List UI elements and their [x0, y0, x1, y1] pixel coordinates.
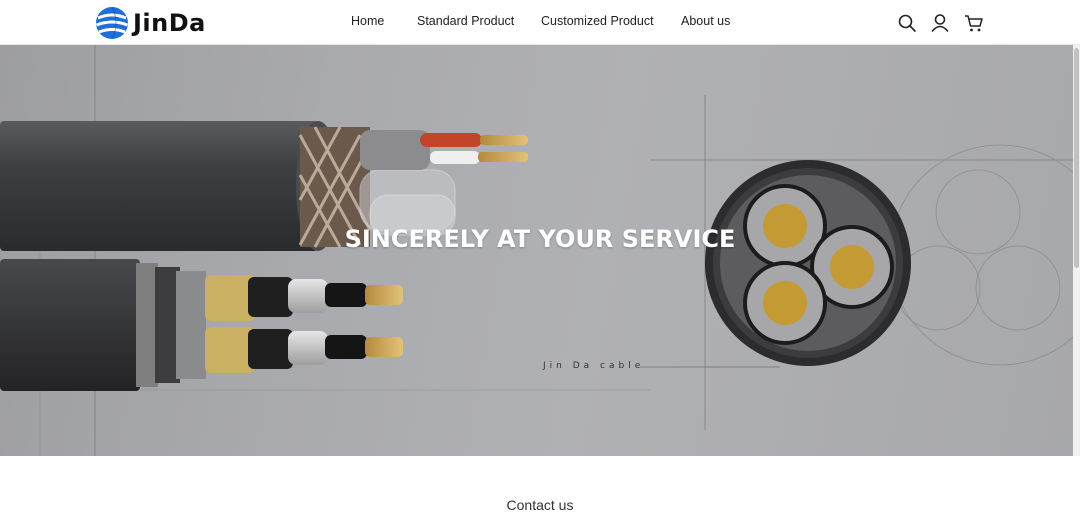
nav-standard-product[interactable]: Standard Product — [417, 14, 514, 28]
scrollbar-thumb[interactable] — [1074, 48, 1079, 268]
nav-customized-product[interactable]: Customized Product — [541, 14, 654, 28]
hero-caption: Jin Da cable — [543, 361, 645, 371]
hero-banner: SINCERELY AT YOUR SERVICE Jin Da cable — [0, 45, 1080, 456]
nav-home[interactable]: Home — [351, 14, 384, 28]
nav-about-us[interactable]: About us — [681, 14, 730, 28]
site-header: JinDa Home Standard Product Customized P… — [0, 0, 1080, 45]
cart-icon[interactable] — [963, 12, 985, 34]
hero-title: SINCERELY AT YOUR SERVICE — [344, 225, 736, 253]
main-nav: Home Standard Product Customized Product… — [0, 0, 1080, 45]
search-icon[interactable] — [896, 12, 918, 34]
contact-us-link[interactable]: Contact us — [0, 497, 1080, 513]
user-icon[interactable] — [929, 12, 951, 34]
